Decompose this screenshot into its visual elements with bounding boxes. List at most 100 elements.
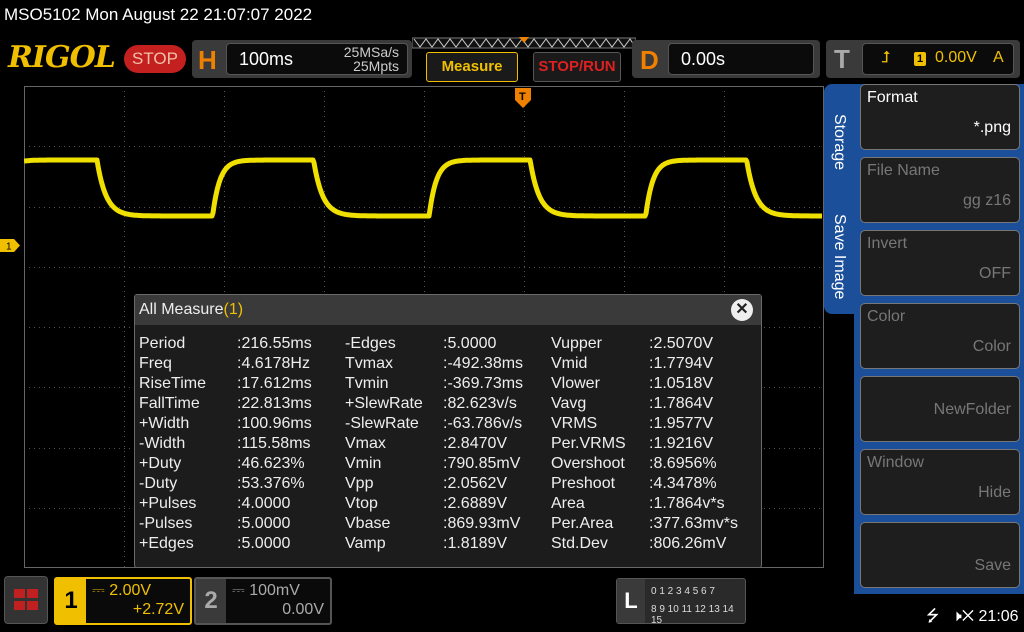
status-bar: ⭍ 🕨✕ 21:06 [926,605,1019,632]
measure-row: RiseTime:17.612ms Tvmin:-369.73ms Vlower:1… [135,375,755,395]
svg-text:T: T [519,91,526,103]
measure-value: :1.7794V [649,355,714,372]
softkey-label: Format [867,89,918,106]
ch1-settings[interactable]: 1 ⎓ 2.00V +2.72V [54,577,192,625]
measure-value: :4.3478% [649,475,717,492]
softkey-color[interactable]: Color Color [860,303,1020,369]
trigger-source: 1 [914,52,926,66]
softkey-value: gg z16 [962,192,1011,209]
ch1-offset-marker[interactable]: 1 [0,239,20,252]
horizontal-readout: 100ms 25MSa/s 25Mpts [226,43,408,75]
run-state-badge[interactable]: STOP [124,45,186,73]
stop-run-button[interactable]: STOP/RUN [533,52,621,82]
measure-value: :216.55ms [237,335,312,352]
rigol-logo: RIGOL [8,40,116,75]
ch1-number: 1 [56,579,86,623]
measure-name: -Pulses [139,515,193,532]
softkey-label: Invert [867,235,908,252]
measure-name: Vpp [345,475,374,492]
logic-analyzer-settings[interactable]: L 0 1 2 3 4 5 6 7 8 9 10 11 12 13 14 15 [616,578,746,626]
close-icon[interactable]: ✕ [731,299,753,321]
softkey-window[interactable]: Window Hide [860,449,1020,515]
trigger-position-marker[interactable]: T [515,88,531,110]
sample-rate-readout: 25MSa/s 25Mpts [344,45,399,73]
memory-depth: 25Mpts [353,58,399,74]
measure-name: Tvmin [345,375,389,392]
ch1-offset: +2.72V [132,601,184,618]
measure-name: Vbase [345,515,391,532]
measure-name: +Duty [139,455,182,472]
measure-value: :5.0000 [443,335,497,352]
measure-name: Vavg [551,395,587,412]
measure-value: :806.26mV [649,535,727,552]
measure-name: Freq [139,355,172,372]
measure-value: :1.0518V [649,375,714,392]
delay-label: D [640,45,659,75]
measure-row: -Width:115.58ms Vmax:2.8470V Per.VRMS:1.92… [135,435,755,455]
dialog-channel: (1) [223,301,244,318]
timebase-value: 100ms [239,49,294,69]
tab-save-image[interactable]: Save Image [830,214,848,299]
delay-readout: 0.00s [668,43,814,75]
measure-value: :5.0000 [237,535,291,552]
tab-storage[interactable]: Storage [830,114,848,170]
la-channels-high: 8 9 10 11 12 13 14 15 [651,604,734,626]
measure-name: +Pulses [139,495,197,512]
dc-coupling-icon: ⎓ [92,582,110,599]
measure-value: :2.0562V [443,475,508,492]
measure-value: :377.63mv*s [649,515,738,532]
measure-name: VRMS [551,415,598,432]
measure-name: Vtop [345,495,378,512]
measure-name: Overshoot [551,455,625,472]
measure-value: :869.93mV [443,515,521,532]
measure-row: -Pulses:5.0000 Vbase:869.93mV Per.Area:377… [135,515,755,535]
dc-coupling-icon: ⎓ [232,582,250,599]
measure-value: :1.9216V [649,435,714,452]
softkey-value: Color [972,338,1011,355]
delay-panel[interactable]: D 0.00s [632,40,820,78]
measure-name: Vmax [345,435,386,452]
ch2-offset: 0.00V [282,601,324,618]
measure-row: +Width:100.96ms -SlewRate:-63.786v/s VRMS:… [135,415,755,435]
measure-value: :2.5070V [649,335,714,352]
measure-value: :-63.786v/s [443,415,523,432]
measure-name: Std.Dev [551,535,608,552]
measure-name: Vamp [345,535,386,552]
softkey-value: Hide [978,484,1011,501]
measure-name: Vlower [551,375,600,392]
instrument-title: MSO5102 Mon August 22 21:07:07 2022 [4,5,313,24]
horizontal-label: H [198,45,217,75]
softkey-file-name[interactable]: File Name gg z16 [860,157,1020,223]
trigger-label: T [834,44,850,74]
measure-value: :82.623v/s [443,395,517,412]
measure-name: +Edges [139,535,194,552]
measure-value: :-369.73ms [443,375,524,392]
measure-name: Tvmax [345,355,393,372]
la-channels-low: 0 1 2 3 4 5 6 7 [651,586,715,597]
svg-text:1: 1 [6,242,12,253]
ch2-scale: 100mV [249,582,300,599]
measure-value: :1.7864v*s [649,495,725,512]
softkey-save[interactable]: Save [860,522,1020,588]
softkey-label: File Name [867,162,940,179]
ch1-waveform [24,157,824,219]
horizontal-panel[interactable]: H 100ms 25MSa/s 25Mpts [192,40,412,78]
ch2-settings[interactable]: 2 ⎓ 100mV 0.00V [194,577,332,625]
measure-value: :2.8470V [443,435,508,452]
softkey-new-folder[interactable]: NewFolder [860,376,1020,442]
softkey-value: Save [974,557,1011,574]
measure-value: :790.85mV [443,455,521,472]
speaker-mute-icon[interactable]: 🕨✕ [952,608,974,625]
main-menu-icon[interactable] [4,576,48,624]
measure-value: :100.96ms [237,415,312,432]
measure-value: :4.6178Hz [237,355,310,372]
softkey-format[interactable]: Format *.png [860,84,1020,150]
measure-name: Vupper [551,335,602,352]
measure-row: +Edges:5.0000 Vamp:1.8189V Std.Dev:806.26m… [135,535,755,555]
measure-name: FallTime [139,395,200,412]
dialog-header[interactable]: All Measure(1) ✕ [135,295,761,325]
measure-button[interactable]: Measure [426,52,518,82]
softkey-invert[interactable]: Invert OFF [860,230,1020,296]
trigger-panel[interactable]: T ⮥ 1 0.00V A [826,40,1020,78]
softkey-value: *.png [973,119,1011,136]
